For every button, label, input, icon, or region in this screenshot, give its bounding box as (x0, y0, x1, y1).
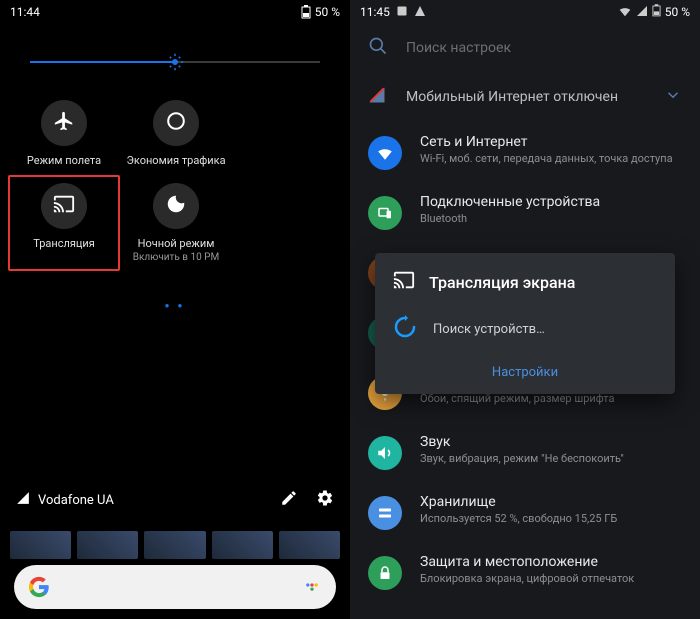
phone-quicksettings: 11:44 50 % Режим полета Экономия трафика… (0, 0, 350, 619)
tile-label: Трансляция (33, 237, 95, 250)
battery-icon (301, 5, 311, 19)
tile-nightmode[interactable]: Ночной режим Включить в 10 PM (120, 175, 232, 271)
wifi-icon (368, 136, 402, 170)
storage-icon (368, 496, 402, 530)
statusbar-left: 11:44 50 % (0, 0, 350, 24)
volume-icon (368, 436, 402, 470)
search-placeholder: Поиск настроек (406, 40, 511, 56)
cast-icon (393, 269, 415, 295)
clock: 11:44 (10, 5, 40, 19)
banner-text: Мобильный Интернет отключен (406, 89, 618, 105)
setting-sub: Wi-Fi, моб. сети, передача данных, точка… (420, 152, 673, 165)
qs-tiles: Режим полета Экономия трафика Трансляция… (0, 82, 350, 281)
google-searchbar[interactable] (14, 565, 336, 609)
cast-dialog: Трансляция экрана Поиск устройств… Настр… (375, 253, 675, 394)
settings-search[interactable]: Поиск настроек (350, 24, 700, 72)
setting-network[interactable]: Сеть и Интернет Wi-Fi, моб. сети, передач… (350, 122, 700, 182)
setting-sound[interactable]: Звук Звук, вибрация, режим "Не беспокоить… (350, 422, 700, 482)
notif-icon (414, 5, 426, 20)
battery-text: 50 % (665, 5, 690, 19)
setting-title: Хранилище (420, 494, 617, 510)
chevron-down-icon (664, 86, 682, 108)
phone-settings: 11:45 50 % Поиск настроек Мобильный Инте… (350, 0, 700, 619)
google-logo-icon (28, 576, 50, 598)
devices-icon (368, 196, 402, 230)
dialog-settings-button[interactable]: Настройки (393, 357, 657, 384)
spinner-icon (393, 315, 417, 343)
tile-sublabel: Включить в 10 PM (133, 252, 219, 263)
signal-off-icon (368, 86, 386, 108)
dialog-body: Поиск устройств… (433, 322, 545, 337)
setting-title: Звук (420, 434, 624, 450)
cast-icon (53, 193, 75, 219)
tile-cast[interactable]: Трансляция (8, 175, 120, 271)
brightness-thumb[interactable] (166, 53, 184, 71)
tile-label: Ночной режим (138, 237, 215, 250)
search-icon (368, 36, 388, 60)
carrier-row: Vodafone UA (0, 479, 350, 521)
signal-icon (636, 5, 648, 20)
airplane-icon (53, 110, 75, 136)
datasaver-icon (165, 110, 187, 136)
setting-storage[interactable]: Хранилище Используется 52 %, свободно 15,… (350, 482, 700, 542)
wallpaper-strip (10, 531, 340, 559)
settings-icon[interactable] (316, 489, 334, 511)
mobile-data-banner[interactable]: Мобильный Интернет отключен (350, 72, 700, 122)
setting-connected[interactable]: Подключенные устройства Bluetooth (350, 182, 700, 242)
tile-label: Экономия трафика (126, 154, 225, 167)
setting-sub: Используется 52 %, свободно 15,25 ГБ (420, 512, 617, 525)
brightness-slider[interactable] (0, 24, 350, 82)
clock: 11:45 (360, 5, 390, 19)
setting-sub: Bluetooth (420, 212, 600, 225)
page-indicator: ● ● (0, 301, 350, 310)
battery-icon (652, 4, 661, 20)
moon-icon (165, 193, 187, 219)
mic-icon[interactable] (302, 575, 322, 599)
lock-icon (368, 556, 402, 590)
setting-sub: Звук, вибрация, режим "Не беспокоить" (420, 452, 624, 465)
dialog-title: Трансляция экрана (429, 273, 575, 292)
tile-airplane[interactable]: Режим полета (8, 92, 120, 175)
carrier-name: Vodafone UA (38, 493, 114, 508)
setting-title: Защита и местоположение (420, 554, 634, 570)
wifi-icon (618, 4, 632, 21)
setting-security[interactable]: Защита и местоположение Блокировка экрана… (350, 542, 700, 602)
battery-text: 50 % (315, 5, 340, 19)
setting-sub: Блокировка экрана, цифровой отпечаток (420, 572, 634, 585)
edit-icon[interactable] (280, 489, 298, 511)
tile-datasaver[interactable]: Экономия трафика (120, 92, 232, 175)
statusbar-right: 11:45 50 % (350, 0, 700, 24)
signal-icon (16, 491, 30, 509)
tile-label: Режим полета (27, 154, 101, 167)
setting-title: Подключенные устройства (420, 194, 600, 210)
setting-title: Сеть и Интернет (420, 134, 673, 150)
notif-icon (396, 5, 408, 20)
